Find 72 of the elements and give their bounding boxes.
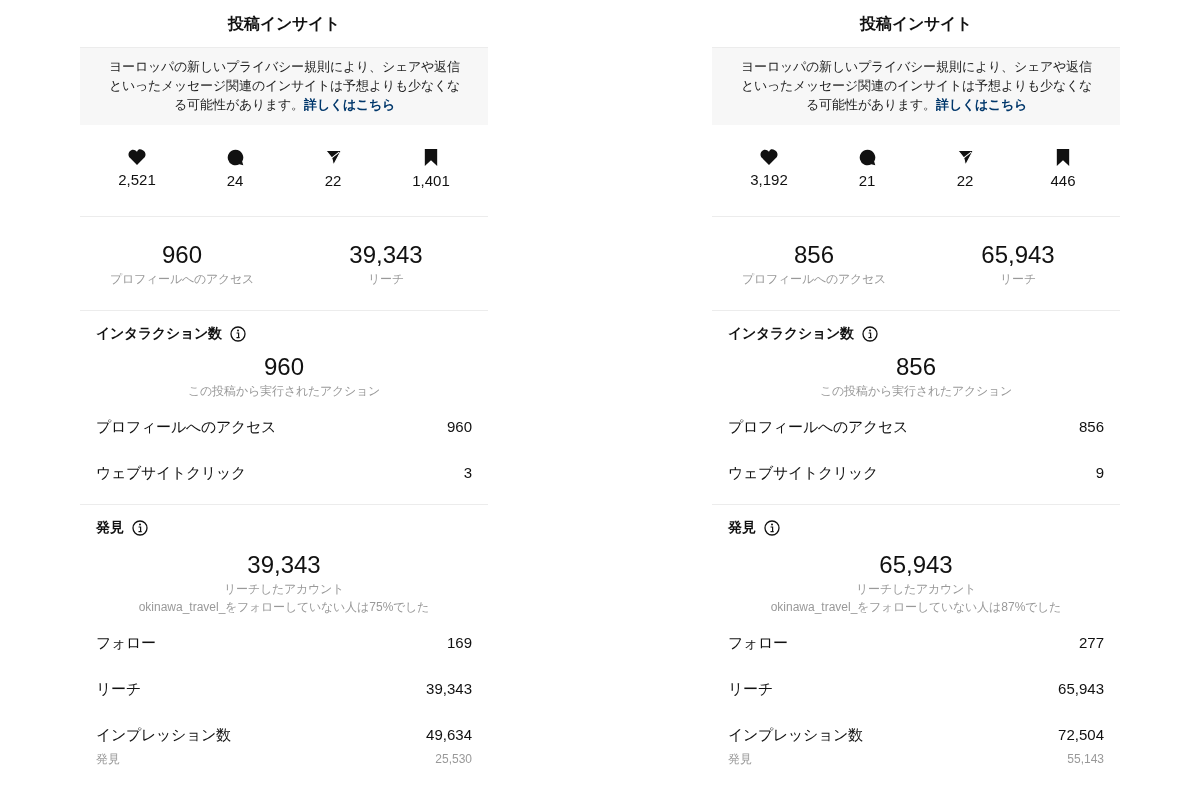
comment-bubble-icon <box>226 148 244 166</box>
metric-label: リーチ <box>728 678 773 699</box>
metric-value: 65,943 <box>1058 678 1104 699</box>
stat-count: 446 <box>1050 170 1076 191</box>
metric-label: インプレッション数 <box>96 724 231 745</box>
notice-text: ヨーロッパの新しいプライバシー規則により、シェアや返信といったメッセージ関連のインサイトは予想よりも少なくなる可能性があります。詳しくはこちら <box>740 59 1092 114</box>
metric-label: ウェブサイトクリック <box>728 462 878 483</box>
info-icon <box>230 325 246 342</box>
section-title: 発見 <box>728 518 756 537</box>
section-total: 39,343 <box>247 550 321 580</box>
metric-label: ウェブサイトクリック <box>96 462 246 483</box>
summary-value: 39,343 <box>349 239 423 270</box>
summary-label: プロフィールへのアクセス <box>742 270 886 288</box>
sub-metric-label: 発見 <box>728 751 752 768</box>
metric-label: プロフィールへのアクセス <box>96 416 276 437</box>
bookmark-icon <box>1056 148 1070 166</box>
metric-label: フォロー <box>728 632 788 653</box>
section-caption: この投稿から実行されたアクション <box>820 383 1012 400</box>
sub-metric-value: 55,143 <box>1067 751 1104 768</box>
metric-value: 960 <box>446 416 472 437</box>
stat-count: 22 <box>956 170 974 191</box>
metric-value: 856 <box>1078 416 1104 437</box>
stat-count: 21 <box>858 170 876 191</box>
stat-count: 1,401 <box>412 170 450 191</box>
comment-bubble-icon <box>858 148 876 166</box>
metric-value: 277 <box>1078 632 1104 653</box>
section-total: 856 <box>895 352 936 382</box>
section-title: インタラクション数 <box>96 324 222 343</box>
metric-value: 72,504 <box>1058 724 1104 745</box>
section-caption: リーチしたアカウント <box>224 581 344 598</box>
summary-value: 65,943 <box>981 239 1055 270</box>
section-caption: okinawa_travel_をフォローしていない人は87%でした <box>770 599 1062 616</box>
section-title: 発見 <box>96 518 124 537</box>
notice-text: ヨーロッパの新しいプライバシー規則により、シェアや返信といったメッセージ関連のインサイトは予想よりも少なくなる可能性があります。詳しくはこちら <box>108 59 460 114</box>
stat-count: 2,521 <box>118 170 156 191</box>
stat-count: 24 <box>226 170 244 191</box>
page-title: 投稿インサイト <box>228 13 340 34</box>
heart-icon <box>760 149 778 166</box>
metric-value: 169 <box>446 632 472 653</box>
paper-plane-icon <box>324 148 342 166</box>
metric-label: プロフィールへのアクセス <box>728 416 908 437</box>
info-icon <box>862 325 878 342</box>
section-caption: okinawa_travel_をフォローしていない人は75%でした <box>138 599 430 616</box>
bookmark-icon <box>424 148 438 166</box>
metric-value: 3 <box>463 462 472 483</box>
metric-value: 49,634 <box>426 724 472 745</box>
sub-metric-value: 25,530 <box>435 751 472 768</box>
section-caption: リーチしたアカウント <box>856 581 976 598</box>
section-total: 65,943 <box>879 550 953 580</box>
page-title: 投稿インサイト <box>860 13 972 34</box>
metric-label: インプレッション数 <box>728 724 863 745</box>
summary-value: 960 <box>161 239 202 270</box>
metric-label: リーチ <box>96 678 141 699</box>
stat-count: 22 <box>324 170 342 191</box>
metric-label: フォロー <box>96 632 156 653</box>
summary-label: プロフィールへのアクセス <box>110 270 254 288</box>
info-icon <box>132 519 148 536</box>
paper-plane-icon <box>956 148 974 166</box>
learn-more-link[interactable]: 詳しくはこちら <box>303 98 395 112</box>
summary-value: 856 <box>793 239 834 270</box>
metric-value: 39,343 <box>426 678 472 699</box>
section-caption: この投稿から実行されたアクション <box>188 383 380 400</box>
section-title: インタラクション数 <box>728 324 854 343</box>
stat-count: 3,192 <box>750 170 788 191</box>
info-icon <box>764 519 780 536</box>
section-total: 960 <box>263 352 304 382</box>
sub-metric-label: 発見 <box>96 751 120 768</box>
learn-more-link[interactable]: 詳しくはこちら <box>935 98 1027 112</box>
summary-label: リーチ <box>368 270 404 288</box>
heart-icon <box>128 149 146 166</box>
metric-value: 9 <box>1095 462 1104 483</box>
summary-label: リーチ <box>1000 270 1036 288</box>
